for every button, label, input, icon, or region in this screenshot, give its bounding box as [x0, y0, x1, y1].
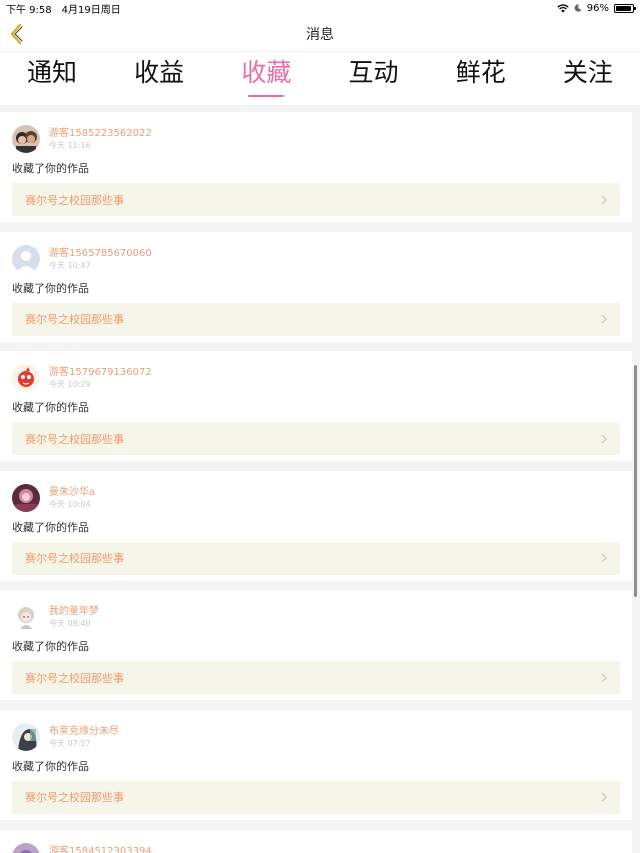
status-left: 下午 9:58 4月19日周日	[6, 1, 121, 16]
card-header: 游客1579679136072 今天 10:29	[12, 364, 620, 393]
username[interactable]: 游客1565785670060	[49, 247, 152, 260]
status-date: 4月19日周日	[61, 4, 121, 16]
work-title: 赛尔号之校园那些事	[25, 671, 124, 685]
card-header: 曼朱沙华a 今天 10:04	[12, 483, 620, 512]
tab-notifications[interactable]: 通知	[24, 58, 80, 88]
work-link[interactable]: 赛尔号之校园那些事	[12, 183, 620, 216]
avatar[interactable]	[12, 125, 40, 153]
tab-favorites[interactable]: 收藏	[238, 58, 294, 97]
chevron-right-icon	[601, 793, 607, 802]
timestamp: 今天 10:47	[49, 260, 91, 270]
work-link[interactable]: 赛尔号之校园那些事	[12, 422, 620, 456]
timestamp: 今天 10:29	[49, 380, 91, 390]
notification-card: 游客1585223562022 今天 11:16 收藏了你的作品 赛尔号之校园那…	[0, 112, 632, 222]
action-text: 收藏了你的作品	[12, 401, 89, 415]
tab-label: 通知	[26, 58, 77, 87]
user-meta: 游客1565785670060 今天 10:47	[49, 245, 152, 271]
tab-label: 收益	[134, 58, 185, 87]
work-link[interactable]: 赛尔号之校园那些事	[12, 661, 620, 695]
active-tab-indicator	[248, 95, 285, 97]
username[interactable]: 游客1579679136072	[49, 366, 152, 379]
notification-card: 曼朱沙华a 今天 10:04 收藏了你的作品 赛尔号之校园那些事	[0, 470, 632, 581]
timestamp: 今天 08:40	[49, 619, 91, 629]
timestamp: 今天 07:57	[49, 738, 91, 748]
avatar[interactable]	[12, 244, 40, 273]
avatar[interactable]	[12, 722, 40, 751]
user-meta: 我的童年梦 今天 08:40	[49, 603, 99, 629]
avatar[interactable]	[12, 364, 40, 393]
user-meta: 游客1585223562022 今天 11:16	[49, 125, 152, 151]
user-meta: 游客1584512303394	[49, 843, 152, 853]
action-text: 收藏了你的作品	[12, 759, 89, 773]
tab-earnings[interactable]: 收益	[131, 58, 187, 88]
card-header: 游客1565785670060 今天 10:47	[12, 244, 620, 273]
work-title: 赛尔号之校园那些事	[25, 313, 124, 327]
work-link[interactable]: 赛尔号之校园那些事	[12, 541, 620, 575]
avatar[interactable]	[12, 603, 40, 632]
battery-icon	[614, 3, 636, 13]
work-title: 赛尔号之校园那些事	[25, 432, 124, 446]
chevron-right-icon	[601, 673, 607, 683]
notification-card: 我的童年梦 今天 08:40 收藏了你的作品 赛尔号之校园那些事	[0, 590, 632, 701]
card-header: 布莱克缘分未尽 今天 07:57	[12, 722, 620, 751]
nav-bar: 消息	[0, 16, 640, 52]
username[interactable]: 布莱克缘分未尽	[49, 725, 119, 738]
notification-card-partial: 游客1584512303394	[0, 829, 632, 853]
work-link[interactable]: 赛尔号之校园那些事	[12, 302, 620, 336]
work-title: 赛尔号之校园那些事	[25, 193, 124, 207]
work-link[interactable]: 赛尔号之校园那些事	[12, 780, 620, 814]
timestamp: 今天 11:16	[49, 141, 91, 150]
battery-percent: 96%	[586, 2, 609, 14]
tab-label: 鲜花	[455, 58, 506, 87]
tab-flowers[interactable]: 鲜花	[453, 58, 509, 88]
scrollbar[interactable]	[634, 365, 637, 597]
work-title: 赛尔号之校园那些事	[25, 552, 124, 566]
notification-card: 游客1579679136072 今天 10:29 收藏了你的作品 赛尔号之校园那…	[0, 351, 632, 462]
status-right: 96%	[557, 2, 636, 14]
avatar[interactable]	[12, 483, 40, 512]
tab-follows[interactable]: 关注	[560, 58, 616, 88]
status-bar: 下午 9:58 4月19日周日 96%	[0, 0, 640, 16]
user-meta: 曼朱沙华a 今天 10:04	[49, 484, 95, 510]
chevron-right-icon	[601, 434, 607, 444]
tab-label: 互动	[348, 58, 399, 87]
timestamp: 今天 10:04	[49, 499, 91, 509]
chevron-right-icon	[601, 195, 607, 204]
tab-label: 收藏	[241, 58, 292, 87]
back-button[interactable]	[6, 22, 26, 46]
page-title: 消息	[306, 26, 334, 43]
action-text: 收藏了你的作品	[12, 162, 89, 175]
status-time: 下午 9:58	[6, 4, 52, 16]
action-text: 收藏了你的作品	[12, 520, 89, 534]
user-meta: 游客1579679136072 今天 10:29	[49, 364, 152, 390]
moon-icon	[574, 4, 582, 12]
notification-list[interactable]: 游客1585223562022 今天 11:16 收藏了你的作品 赛尔号之校园那…	[0, 112, 632, 853]
action-text: 收藏了你的作品	[12, 281, 89, 295]
card-header: 游客1585223562022 今天 11:16	[12, 125, 620, 153]
username[interactable]: 游客1585223562022	[49, 127, 152, 140]
tab-bar: 通知 收益 收藏 互动 鲜花 关注	[0, 52, 640, 105]
avatar[interactable]	[12, 842, 40, 853]
tab-label: 关注	[562, 58, 613, 87]
wifi-icon	[557, 3, 569, 12]
chevron-right-icon	[601, 553, 607, 563]
back-chevron-icon	[10, 23, 23, 45]
chevron-right-icon	[601, 314, 607, 324]
work-title: 赛尔号之校园那些事	[25, 791, 124, 805]
card-header: 我的童年梦 今天 08:40	[12, 603, 620, 632]
action-text: 收藏了你的作品	[12, 640, 89, 654]
notification-card: 游客1565785670060 今天 10:47 收藏了你的作品 赛尔号之校园那…	[0, 231, 632, 342]
tab-interactions[interactable]: 互动	[346, 58, 402, 88]
username[interactable]: 游客1584512303394	[49, 845, 152, 853]
username[interactable]: 我的童年梦	[49, 605, 99, 618]
notification-card: 布莱克缘分未尽 今天 07:57 收藏了你的作品 赛尔号之校园那些事	[0, 709, 632, 820]
username[interactable]: 曼朱沙华a	[49, 486, 95, 499]
user-meta: 布莱克缘分未尽 今天 07:57	[49, 723, 119, 749]
